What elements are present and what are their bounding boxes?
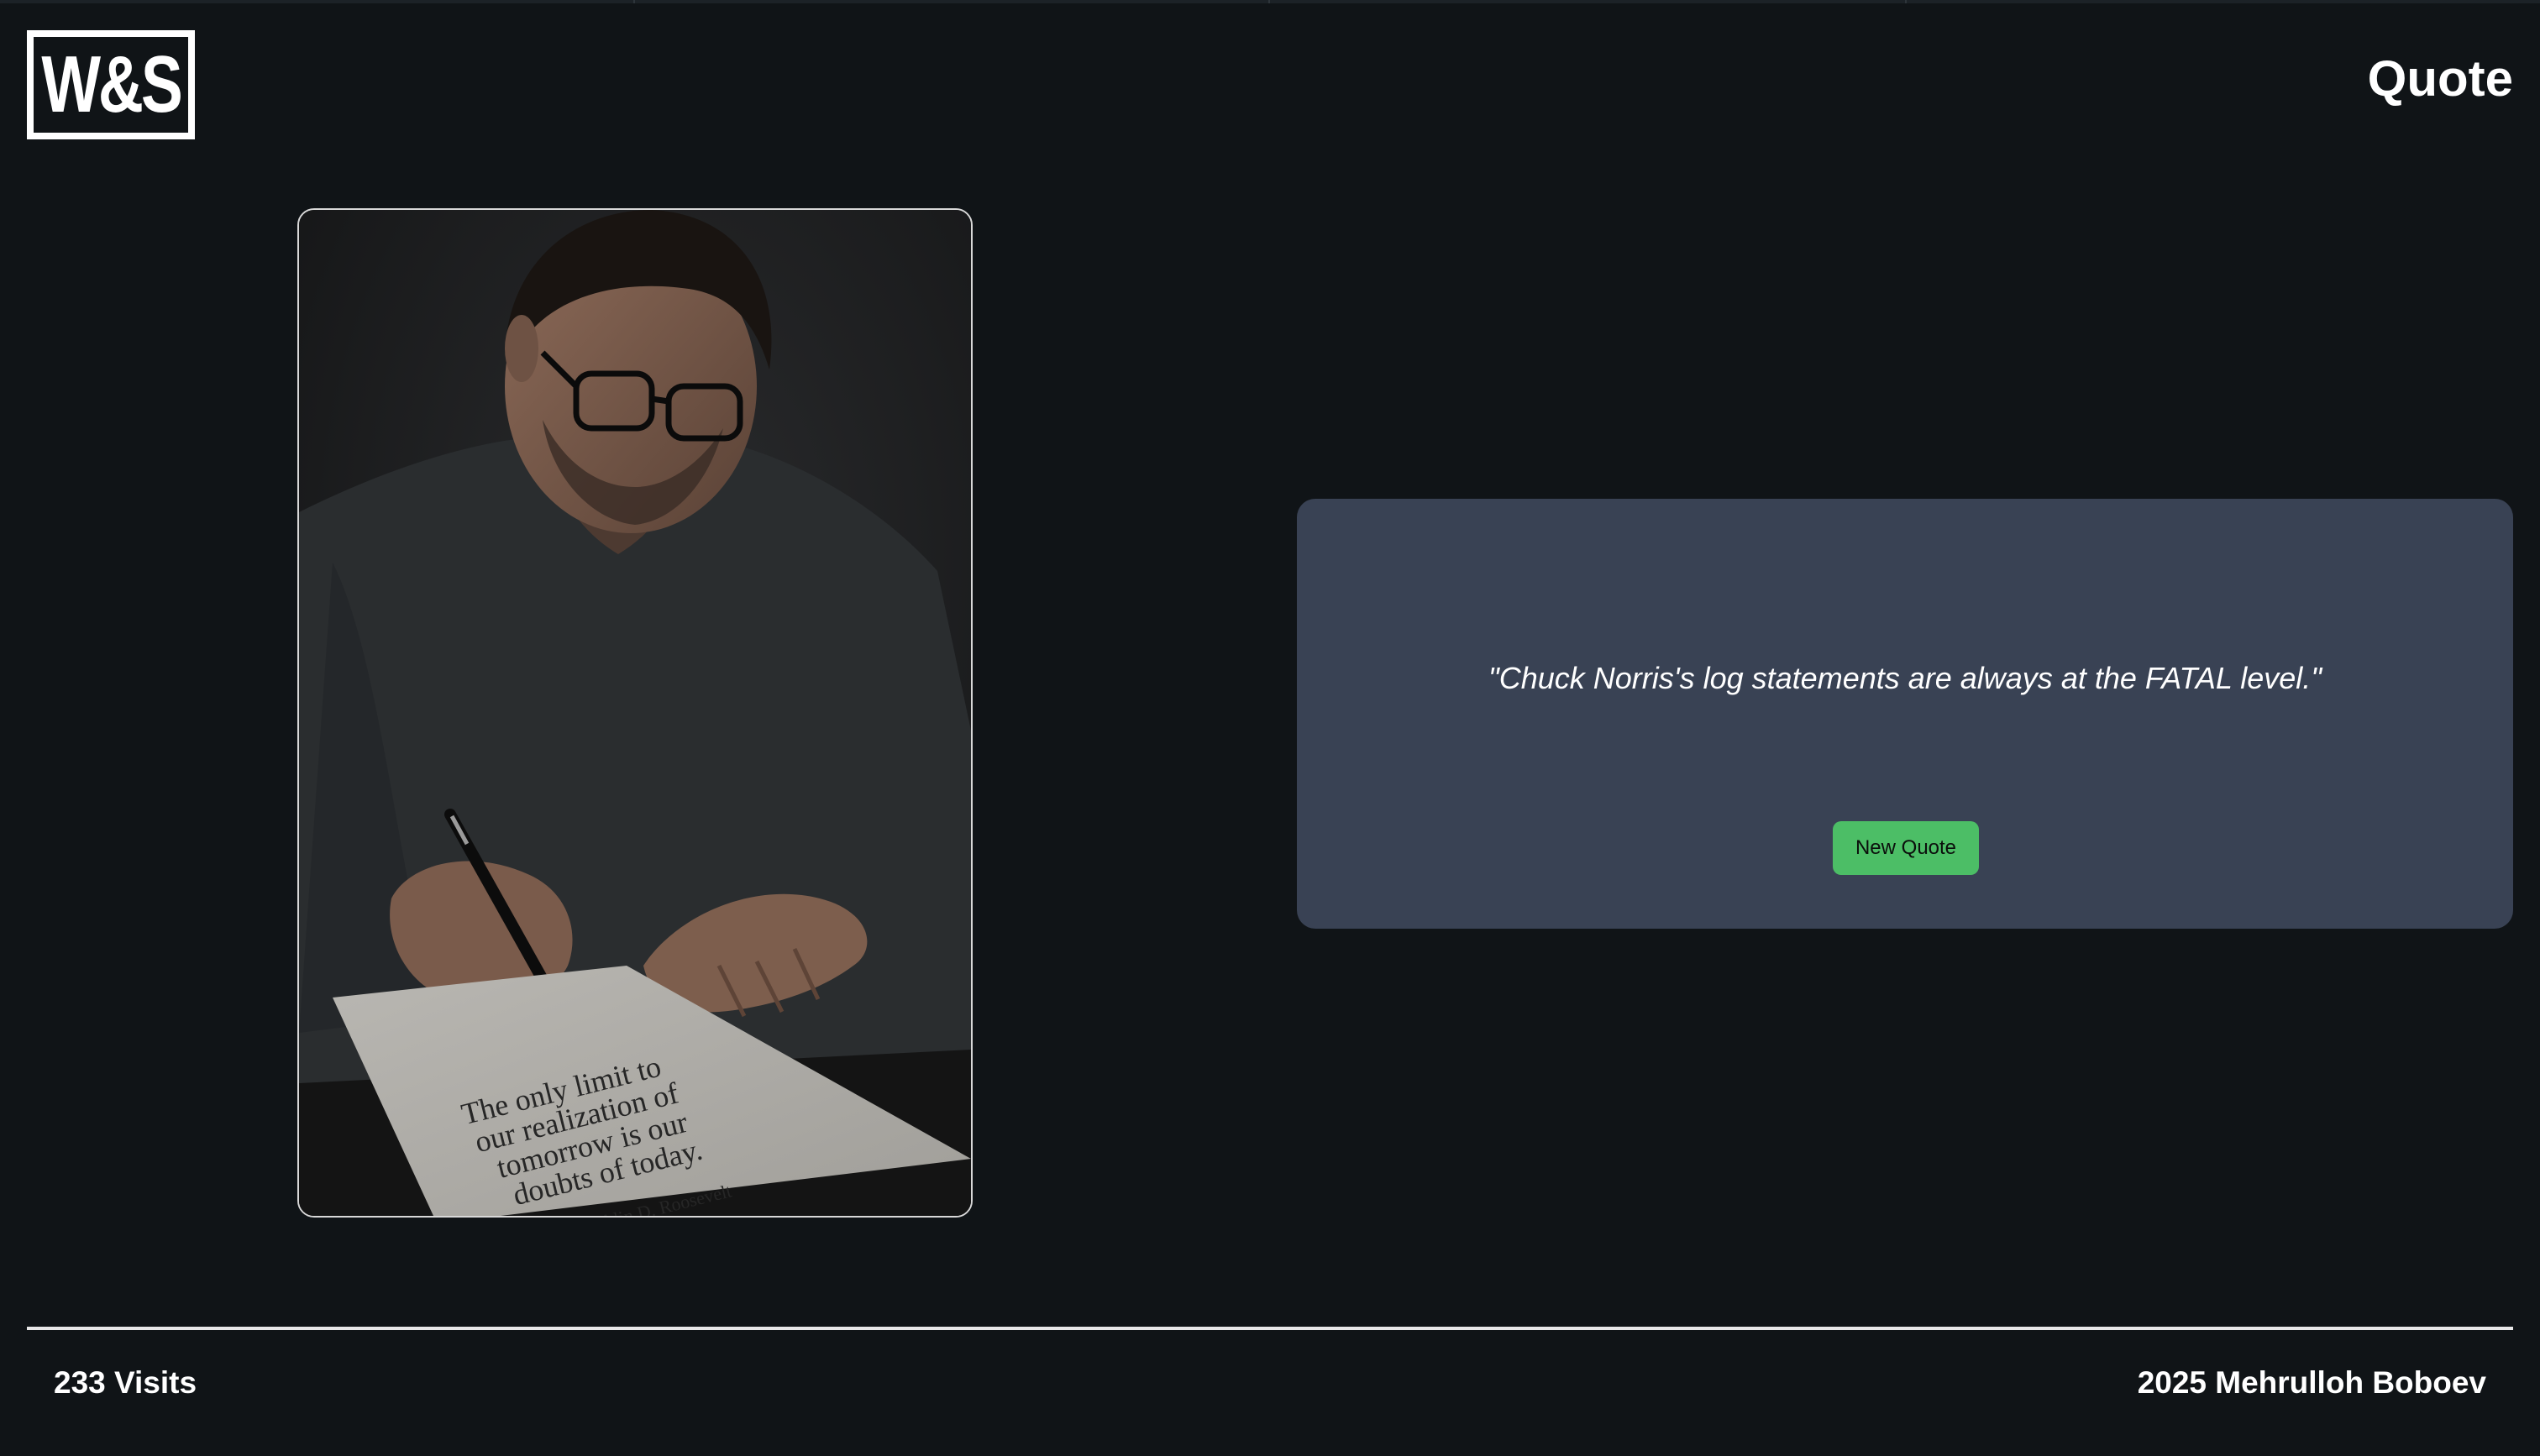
logo-text: W&S — [41, 39, 182, 129]
visits-count: 233 Visits — [54, 1365, 197, 1400]
new-quote-button[interactable]: New Quote — [1833, 821, 1979, 875]
copyright: 2025 Mehrulloh Boboev — [2137, 1365, 2486, 1400]
page-title: Quote — [2367, 50, 2513, 107]
footer-divider — [27, 1327, 2513, 1330]
logo[interactable]: W&S — [27, 30, 195, 139]
man-writing-quote-photo: The only limit to our realization of tom… — [299, 210, 971, 1216]
quote-card: "Chuck Norris's log statements are alway… — [1297, 499, 2513, 929]
top-strip — [0, 0, 2540, 3]
quote-text: "Chuck Norris's log statements are alway… — [1488, 661, 2322, 695]
quote-image: The only limit to our realization of tom… — [297, 208, 973, 1218]
